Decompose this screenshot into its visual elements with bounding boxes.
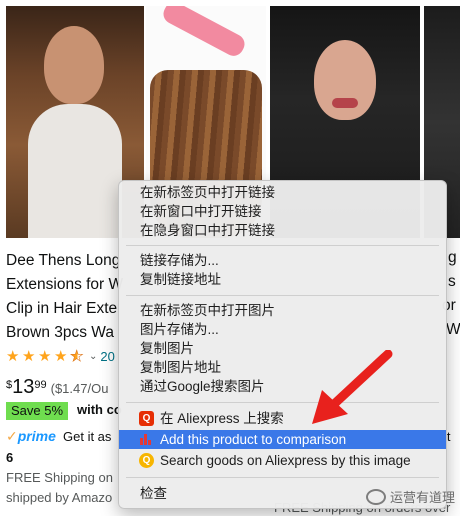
prime-label: prime bbox=[17, 428, 56, 444]
image-search-icon: Q bbox=[139, 453, 154, 468]
product-title-line[interactable]: Clip in Hair Exte bbox=[6, 297, 117, 321]
star-full-icon: ★ bbox=[54, 348, 68, 365]
model-face bbox=[44, 26, 104, 104]
price-fraction: 99 bbox=[34, 379, 47, 391]
model-lips bbox=[332, 98, 358, 108]
product-title-line[interactable]: Dee Thens Long bbox=[6, 249, 120, 273]
product-title-fragment[interactable]: s bbox=[448, 273, 456, 291]
wechat-icon bbox=[366, 488, 386, 505]
context-menu[interactable]: 在新标签页中打开链接 在新窗口中打开链接 在隐身窗口中打开链接 链接存储为...… bbox=[118, 180, 447, 509]
coupon-text: with co bbox=[77, 402, 122, 417]
shipping-text: shipped by Amazo bbox=[6, 490, 113, 505]
star-full-icon: ★ bbox=[6, 348, 20, 365]
menu-item-open-link-incognito[interactable]: 在隐身窗口中打开链接 bbox=[119, 221, 446, 240]
watermark-text: 运营有道理 bbox=[390, 490, 456, 505]
product-title-line[interactable]: Brown 3pcs Wa bbox=[6, 321, 114, 345]
menu-separator bbox=[126, 245, 439, 246]
rating-stars[interactable]: ★ ★ ★ ★ ★ ⌄ 20 bbox=[6, 348, 115, 365]
price: $ 13 99 ($1.47/Ou bbox=[6, 376, 108, 398]
model-body bbox=[28, 104, 122, 238]
menu-item-label: Add this product to comparison bbox=[160, 432, 347, 447]
product-title-line[interactable]: Extensions for W bbox=[6, 273, 123, 297]
menu-item-copy-link-address[interactable]: 复制链接地址 bbox=[119, 270, 446, 289]
aliexpress-icon: Q bbox=[139, 411, 154, 426]
menu-separator bbox=[126, 295, 439, 296]
star-full-icon: ★ bbox=[22, 348, 36, 365]
menu-item-open-link-new-window[interactable]: 在新窗口中打开链接 bbox=[119, 202, 446, 221]
annotation-arrow-icon bbox=[312, 350, 393, 424]
price-whole: 13 bbox=[12, 376, 35, 398]
rating-count-link[interactable]: 20 bbox=[100, 349, 114, 364]
star-half-icon: ★ bbox=[70, 348, 84, 365]
coupon-badge[interactable]: Save 5% bbox=[6, 402, 69, 420]
star-full-icon: ★ bbox=[38, 348, 52, 365]
prime-badge: ✓prime bbox=[6, 428, 56, 445]
watermark: 运营有道理 bbox=[366, 487, 455, 506]
menu-item-save-image-as[interactable]: 图片存储为... bbox=[119, 320, 446, 339]
product-title-fragment[interactable]: g bbox=[448, 249, 457, 267]
menu-item-add-to-comparison[interactable]: Add this product to comparison bbox=[119, 430, 446, 449]
delivery-text: Get it as bbox=[63, 429, 112, 444]
comparison-chart-icon bbox=[139, 432, 154, 447]
menu-separator bbox=[126, 477, 439, 478]
menu-item-label: Search goods on Aliexpress by this image bbox=[160, 453, 411, 468]
model-face bbox=[314, 40, 376, 120]
unit-price: ($1.47/Ou bbox=[50, 381, 109, 396]
menu-item-open-image-new-tab[interactable]: 在新标签页中打开图片 bbox=[119, 301, 446, 320]
comb-image bbox=[159, 6, 249, 60]
product-title-fragment[interactable]: W bbox=[446, 321, 460, 339]
menu-item-label: 在 Aliexpress 上搜索 bbox=[160, 411, 284, 426]
menu-item-open-link-new-tab[interactable]: 在新标签页中打开链接 bbox=[119, 183, 446, 202]
menu-item-search-aliexpress-by-image[interactable]: Q Search goods on Aliexpress by this ima… bbox=[119, 451, 446, 470]
check-icon: ✓ bbox=[6, 428, 18, 444]
shipping-text: FREE Shipping on bbox=[6, 470, 113, 485]
delivery-day: 6 bbox=[6, 450, 14, 465]
menu-item-save-link-as[interactable]: 链接存储为... bbox=[119, 251, 446, 270]
chevron-down-icon[interactable]: ⌄ bbox=[89, 351, 97, 362]
